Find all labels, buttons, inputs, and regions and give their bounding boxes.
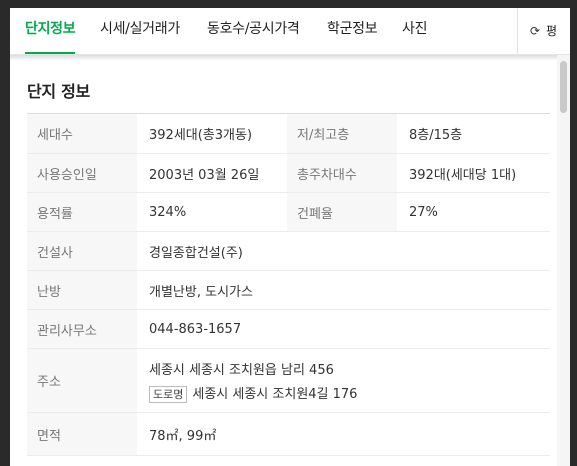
info-row-area: 면적 78㎡, 99㎡ [27,413,550,456]
label-households: 세대수 [27,114,137,153]
label-builder: 건설사 [27,232,137,270]
road-name-badge: 도로명 [149,385,188,403]
info-row-address: 주소 세종시 세종시 조치원읍 남리 456 도로명 세종시 세종시 조치원4길 … [27,349,550,413]
complex-info-panel: 단지정보 시세/실거래가 동호수/공시가격 학군정보 사진 ⟳ 평 단지 정보 … [10,8,570,466]
label-bcr: 건폐율 [287,193,397,231]
value-approval: 2003년 03월 26일 [149,167,260,183]
address-jibun: 세종시 세종시 조치원읍 남리 456 [149,362,334,378]
info-row-heating: 난방 개별난방, 도시가스 [27,271,550,310]
label-approval: 사용승인일 [27,154,137,192]
address-road: 세종시 세종시 조치원4길 176 [192,386,358,402]
tab-bar: 단지정보 시세/실거래가 동호수/공시가격 학군정보 사진 ⟳ 평 [10,8,570,55]
info-row-ratio: 용적률 324% 건폐율 27% [27,193,550,232]
value-bcr: 27% [409,204,438,220]
area-unit-toggle-button[interactable]: ⟳ 평 [517,8,570,54]
label-address: 주소 [27,349,137,412]
info-row-approval: 사용승인일 2003년 03월 26일 총주차대수 392대(세대당 1대) [27,154,550,193]
label-floors: 저/최고층 [287,114,397,153]
label-office: 관리사무소 [27,310,137,348]
area-unit-label: 평 [546,24,558,38]
value-parking: 392대(세대당 1대) [409,167,517,183]
refresh-icon: ⟳ [530,24,541,38]
scrollbar[interactable] [557,55,570,466]
label-area: 면적 [27,413,137,455]
value-heating: 개별난방, 도시가스 [149,284,253,300]
label-parking: 총주차대수 [287,154,397,192]
info-row-builder: 건설사 경일종합건설(주) [27,232,550,271]
value-floors: 8층/15층 [409,128,463,143]
tab-price[interactable]: 시세/실거래가 [100,8,180,54]
label-far: 용적률 [27,193,137,231]
tab-school[interactable]: 학군정보 [327,8,378,54]
label-heating: 난방 [27,271,137,309]
address-road-line: 도로명 세종시 세종시 조치원4길 176 [149,383,357,403]
tab-unit-price[interactable]: 동호수/공시가격 [207,8,300,54]
value-builder: 경일종합건설(주) [149,245,243,261]
value-address: 세종시 세종시 조치원읍 남리 456 도로명 세종시 세종시 조치원4길 176 [137,349,550,412]
value-far: 324% [149,204,187,220]
info-row-households: 세대수 392세대(총3개동) 저/최고층 8층/15층 [27,114,550,154]
tab-complex-info[interactable]: 단지정보 [25,8,76,54]
tab-shadow [10,55,570,61]
value-area: 78㎡, 99㎡ [149,428,217,444]
value-households: 392세대(총3개동) [149,128,253,143]
scrollbar-thumb[interactable] [560,61,567,113]
value-office-phone[interactable]: 044-863-1657 [137,310,550,348]
tab-photos[interactable]: 사진 [402,8,427,54]
section-title: 단지 정보 [27,82,90,101]
info-row-office: 관리사무소 044-863-1657 [27,310,550,349]
